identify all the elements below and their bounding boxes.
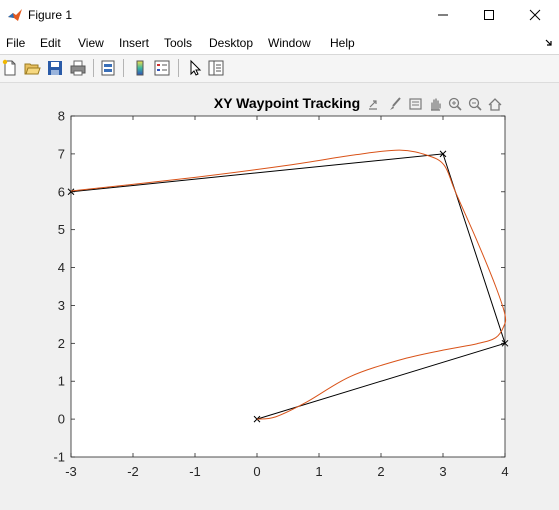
menu-bar: File Edit View Insert Tools Desktop Wind… <box>0 30 559 55</box>
new-figure-icon[interactable] <box>1 59 19 77</box>
y-tick-label: 2 <box>58 336 65 351</box>
menu-help[interactable]: Help <box>330 36 355 50</box>
zoom-out-icon[interactable] <box>468 97 482 111</box>
chart-title: XY Waypoint Tracking <box>214 95 360 111</box>
menu-tools[interactable]: Tools <box>164 36 192 50</box>
y-tick-label: 1 <box>58 374 65 389</box>
window-title: Figure 1 <box>28 8 73 22</box>
y-tick-label: 7 <box>58 146 65 161</box>
save-icon[interactable] <box>46 59 64 77</box>
y-tick-label: 3 <box>58 298 65 313</box>
x-tick-label: 1 <box>315 464 322 479</box>
menu-insert[interactable]: Insert <box>119 36 149 50</box>
y-tick-label: 6 <box>58 184 65 199</box>
colorbar-icon[interactable] <box>131 59 149 77</box>
x-tick-label: 0 <box>253 464 260 479</box>
minimize-icon <box>438 14 448 16</box>
y-tick-label: 0 <box>58 412 65 427</box>
y-tick-label: -1 <box>53 450 65 465</box>
menu-file[interactable]: File <box>6 36 25 50</box>
maximize-icon <box>484 10 494 20</box>
y-tick-label: 4 <box>58 260 65 275</box>
menu-window[interactable]: Window <box>268 36 311 50</box>
matlab-logo-icon <box>8 9 22 21</box>
close-icon <box>529 9 541 21</box>
toolbar-separator <box>123 59 124 77</box>
link-plot-icon[interactable] <box>99 59 117 77</box>
menu-view[interactable]: View <box>78 36 104 50</box>
x-tick-label: -3 <box>65 464 77 479</box>
legend-icon[interactable] <box>153 59 171 77</box>
minimize-button[interactable] <box>420 0 466 30</box>
axes-toolbar <box>369 97 502 111</box>
toolbar-separator <box>93 59 94 77</box>
axes-background <box>71 116 505 457</box>
open-file-icon[interactable] <box>23 59 41 77</box>
x-tick-label: -2 <box>127 464 139 479</box>
maximize-button[interactable] <box>466 0 512 30</box>
pointer-icon[interactable] <box>186 59 204 77</box>
y-tick-label: 8 <box>58 109 65 124</box>
x-tick-label: -1 <box>189 464 201 479</box>
zoom-in-icon[interactable] <box>448 97 462 111</box>
x-tick-label: 4 <box>501 464 508 479</box>
brush-icon[interactable] <box>390 97 401 110</box>
menu-edit[interactable]: Edit <box>40 36 61 50</box>
toolbar-separator <box>178 59 179 77</box>
y-tick-label: 5 <box>58 222 65 237</box>
figure-area: -3 -2 -1 0 1 2 3 4 -1 0 1 2 3 4 5 6 7 8 XY Waypoint Trac… <box>0 83 559 505</box>
plot-canvas: -3 -2 -1 0 1 2 3 4 -1 0 1 2 3 4 5 6 7 8 XY Waypoint Trac… <box>53 95 508 479</box>
dock-arrow-icon[interactable] <box>544 38 554 48</box>
property-inspector-icon[interactable] <box>207 59 225 77</box>
figure-toolbar <box>0 55 559 83</box>
x-tick-label: 3 <box>439 464 446 479</box>
export-icon[interactable] <box>369 100 377 110</box>
menu-desktop[interactable]: Desktop <box>209 36 253 50</box>
title-bar: Figure 1 <box>0 0 559 30</box>
x-tick-label: 2 <box>377 464 384 479</box>
close-button[interactable] <box>512 0 558 30</box>
pan-hand-icon[interactable] <box>431 98 441 111</box>
datatip-icon[interactable] <box>409 98 422 110</box>
home-restore-view-icon[interactable] <box>488 98 502 111</box>
print-icon[interactable] <box>69 59 87 77</box>
